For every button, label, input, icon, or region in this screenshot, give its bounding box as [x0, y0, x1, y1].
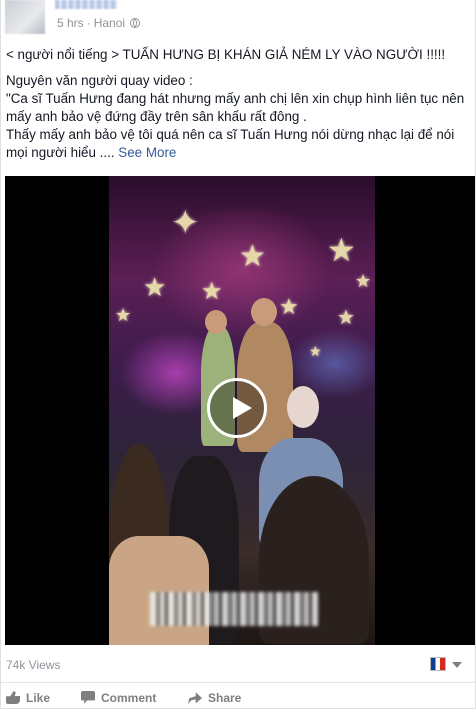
- decor-star: ★: [143, 272, 167, 302]
- post-time[interactable]: 5 hrs: [57, 16, 84, 30]
- see-more-link[interactable]: See More: [118, 145, 176, 160]
- play-button[interactable]: [207, 378, 267, 438]
- globe-icon[interactable]: [130, 18, 141, 28]
- flag-icon[interactable]: [430, 657, 446, 671]
- post-card: 5 hrs · Hanoi < người nổi tiếng > TUẤN HƯN…: [0, 0, 476, 709]
- post-body-text: Thấy mấy anh bảo vệ tôi quá nên ca sĩ Tu…: [6, 127, 455, 160]
- decor-star: ★: [201, 278, 223, 305]
- view-count[interactable]: 74k Views: [6, 658, 60, 672]
- post-stats: 74k Views: [6, 656, 468, 674]
- performer-head: [205, 310, 227, 334]
- comment-icon: [81, 691, 95, 704]
- post-body-quote: "Ca sĩ Tuấn Hưng đang hát nhưng mấy anh …: [6, 91, 465, 124]
- play-icon: [233, 397, 252, 419]
- decor-star: ★: [239, 240, 266, 273]
- decor-star: ★: [337, 307, 355, 329]
- guard-head: [251, 298, 277, 326]
- video-player[interactable]: ✦ ★ ★ ★ ★ ★ ★ ★ ★ ★: [5, 176, 475, 645]
- decor-star: ★: [279, 294, 299, 319]
- decor-star: ★: [327, 232, 356, 268]
- like-button[interactable]: Like: [6, 691, 50, 705]
- like-icon: [6, 691, 20, 704]
- separator-dot: ·: [86, 16, 91, 30]
- share-button[interactable]: Share: [188, 691, 241, 705]
- audience: [109, 536, 209, 645]
- like-label: Like: [26, 691, 51, 705]
- singer-head: [287, 386, 319, 428]
- comment-button[interactable]: Comment: [81, 691, 156, 705]
- chevron-down-icon[interactable]: [452, 662, 462, 668]
- decor-star: ★: [355, 271, 372, 291]
- decor-star: ★: [309, 343, 322, 359]
- post-meta: 5 hrs · Hanoi: [57, 16, 141, 30]
- post-body-line: Thấy mấy anh bảo vệ tôi quá nên ca sĩ Tu…: [6, 126, 468, 162]
- comment-label: Comment: [101, 691, 157, 705]
- post-body-line: Nguyên văn người quay video :: [6, 73, 193, 88]
- share-label: Share: [208, 691, 242, 705]
- post-location[interactable]: Hanoi: [94, 16, 125, 30]
- action-bar: Like Comment Share: [1, 682, 475, 711]
- post-text: < người nổi tiếng > TUẤN HƯNG BỊ KHÁN GI…: [6, 46, 468, 162]
- post-header: 5 hrs · Hanoi: [5, 0, 465, 36]
- decor-star: ★: [115, 305, 132, 325]
- watermark-blurred: [150, 592, 318, 626]
- avatar[interactable]: [5, 0, 45, 34]
- post-title-line: < người nổi tiếng > TUẤN HƯNG BỊ KHÁN GI…: [6, 47, 446, 62]
- decor-star: ✦: [171, 204, 200, 242]
- author-name-blurred[interactable]: [55, 0, 117, 9]
- share-icon: [188, 692, 202, 704]
